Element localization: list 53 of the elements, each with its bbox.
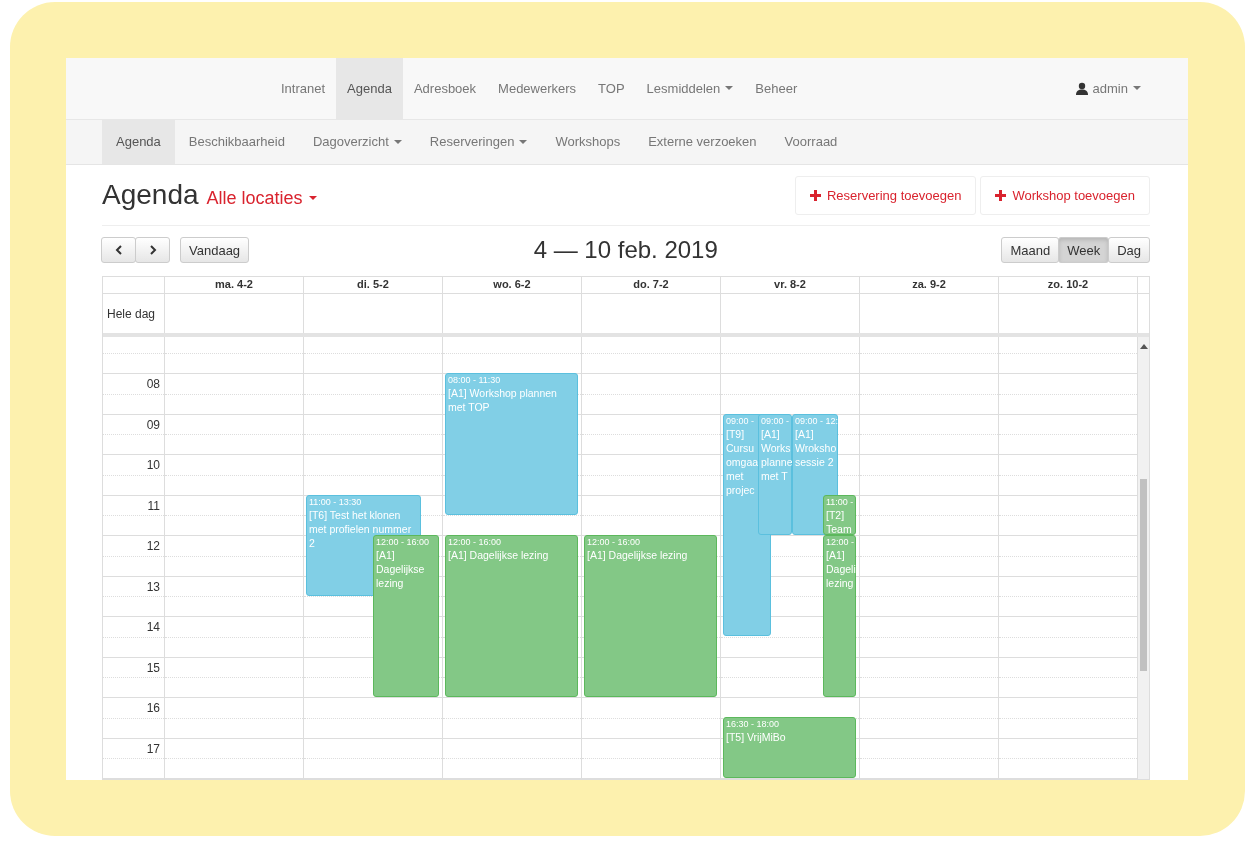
nav-link[interactable]: Lesmiddelen xyxy=(635,58,745,119)
location-dropdown[interactable]: Alle locaties xyxy=(206,187,317,209)
date-range: 4 — 10 feb. 2019 xyxy=(532,236,719,264)
view-button[interactable]: Maand xyxy=(1001,237,1060,263)
nav-link[interactable]: Externe verzoeken xyxy=(634,119,771,164)
nav-link[interactable]: Intranet xyxy=(270,58,337,119)
view-button[interactable]: Week xyxy=(1058,237,1110,263)
all-day-label: Hele dag xyxy=(106,305,157,323)
view-button[interactable]: Dag xyxy=(1108,237,1150,263)
nav-link[interactable]: Agenda xyxy=(336,58,403,119)
nav-link[interactable]: Voorraad xyxy=(770,119,852,164)
day-header: vr. 8-2 xyxy=(720,277,859,293)
hour-label: 09 xyxy=(146,417,160,432)
previous-button[interactable] xyxy=(101,237,136,263)
next-button[interactable] xyxy=(135,237,170,263)
hour-label: 08 xyxy=(146,377,160,391)
day-header: ma. 4-2 xyxy=(164,277,303,293)
day-header: di. 5-2 xyxy=(303,277,442,293)
nav-link[interactable]: TOP xyxy=(587,58,636,119)
hour-label: 10 xyxy=(146,458,160,472)
nav-link[interactable]: Medewerkers xyxy=(487,58,588,119)
user-icon xyxy=(1075,81,1088,95)
day-header: wo. 6-2 xyxy=(442,277,581,293)
scrollbar[interactable] xyxy=(1137,337,1149,779)
caret-icon xyxy=(1133,86,1141,91)
plus-icon xyxy=(809,189,821,201)
user-menu[interactable]: admin xyxy=(1064,58,1152,119)
nav-link[interactable]: Dagoverzicht xyxy=(298,119,416,164)
page-title: Agenda xyxy=(102,179,199,211)
hour-label: 11 xyxy=(147,498,160,513)
chevron-left-icon xyxy=(114,245,123,255)
nav-link[interactable]: Beschikbaarheid xyxy=(174,119,299,164)
day-header: za. 9-2 xyxy=(859,277,998,293)
scroll-up-icon xyxy=(1139,344,1148,349)
caret-icon xyxy=(308,196,317,200)
nav-link[interactable]: Adresboek xyxy=(402,58,488,119)
hour-label: 17 xyxy=(146,741,160,756)
nav-link[interactable]: Beheer xyxy=(744,58,809,119)
plus-icon xyxy=(995,189,1007,201)
add-button[interactable]: Reservering toevoegen xyxy=(794,175,977,215)
hour-label: 16 xyxy=(146,701,160,715)
hour-label: 13 xyxy=(146,579,160,594)
hour-label: 12 xyxy=(146,539,160,553)
hour-label: 15 xyxy=(146,660,160,675)
hour-label: 14 xyxy=(146,620,160,634)
add-button[interactable]: Workshop toevoegen xyxy=(980,175,1150,215)
nav-link[interactable]: Agenda xyxy=(102,119,175,164)
chevron-right-icon xyxy=(148,245,157,255)
today-button[interactable]: Vandaag xyxy=(180,237,250,263)
day-header: zo. 10-2 xyxy=(998,277,1137,293)
nav-link[interactable]: Reserveringen xyxy=(415,119,542,164)
nav-link[interactable]: Workshops xyxy=(541,119,635,164)
day-header: do. 7-2 xyxy=(581,277,720,293)
